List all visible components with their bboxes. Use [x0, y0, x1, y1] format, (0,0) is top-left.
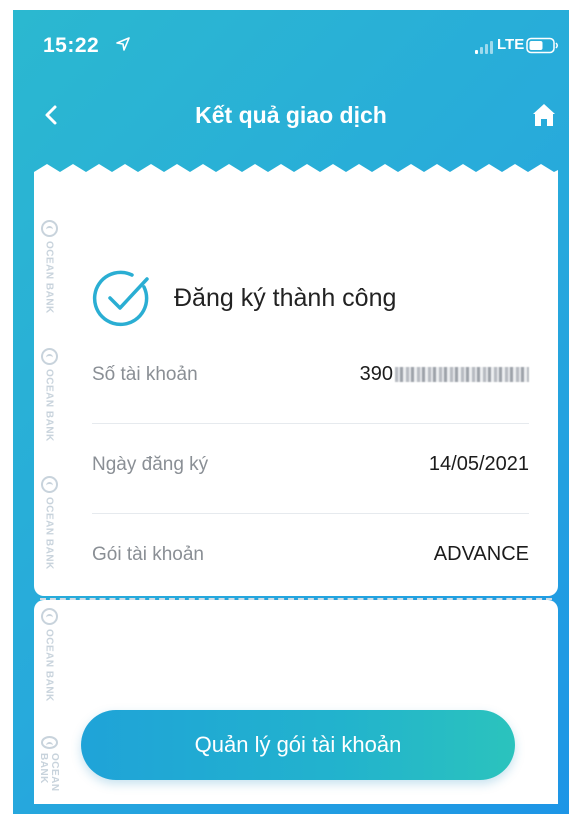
receipt-zigzag-edge	[34, 164, 558, 182]
watermark-text: OCEAN BANK	[43, 241, 55, 314]
status-time: 15:22	[43, 34, 100, 57]
detail-row-account-package: Gói tài khoản ADVANCE	[92, 514, 529, 604]
watermark-text: OCEAN BANK	[43, 629, 55, 702]
ocean-bank-logo-icon	[40, 476, 58, 493]
detail-row-account-number: Số tài khoản 390	[92, 334, 529, 424]
detail-value: ADVANCE	[433, 543, 529, 565]
battery-icon	[526, 37, 558, 54]
ocean-bank-logo-icon	[40, 220, 58, 237]
watermark-text: OCEAN BANK	[43, 497, 55, 570]
detail-label: Ngày đăng ký	[92, 454, 209, 475]
transaction-receipt: OCEAN BANK OCEAN BANK OCEAN BANK Đăng ký…	[34, 164, 558, 804]
ocean-bank-logo-icon	[40, 348, 58, 365]
check-circle-icon	[92, 270, 149, 327]
watermark: OCEAN BANK	[38, 608, 60, 702]
success-message: Đăng ký thành công	[174, 284, 397, 312]
detail-row-registration-date: Ngày đăng ký 14/05/2021	[92, 424, 529, 514]
nav-bar: Kết quả giao dịch	[13, 80, 569, 150]
watermark-text: OCEAN BANK	[38, 753, 60, 792]
ocean-bank-logo-icon	[40, 608, 58, 625]
status-bar: 15:22 LTE	[13, 10, 569, 80]
detail-value: 14/05/2021	[428, 453, 529, 475]
location-arrow-icon	[116, 37, 130, 51]
home-icon[interactable]	[529, 100, 559, 130]
page-title: Kết quả giao dịch	[195, 102, 387, 128]
masked-account-digits	[395, 367, 529, 383]
manage-account-package-button[interactable]: Quản lý gói tài khoản	[81, 710, 515, 780]
detail-value: 390	[360, 363, 529, 386]
network-type: LTE	[497, 36, 525, 53]
watermark: OCEAN BANK	[38, 220, 60, 314]
detail-label: Gói tài khoản	[92, 544, 204, 565]
watermark: OCEAN BANK	[38, 348, 60, 442]
watermark: OCEAN BANK	[38, 736, 60, 804]
receipt-details-panel: OCEAN BANK OCEAN BANK OCEAN BANK Đăng ký…	[34, 180, 558, 596]
detail-label: Số tài khoản	[92, 364, 198, 385]
watermark-text: OCEAN BANK	[43, 369, 55, 442]
watermark: OCEAN BANK	[38, 476, 60, 570]
app-screen: 15:22 LTE Kết quả giao dịch OCEAN BANK O…	[13, 10, 569, 814]
ocean-bank-logo-icon	[40, 736, 58, 750]
